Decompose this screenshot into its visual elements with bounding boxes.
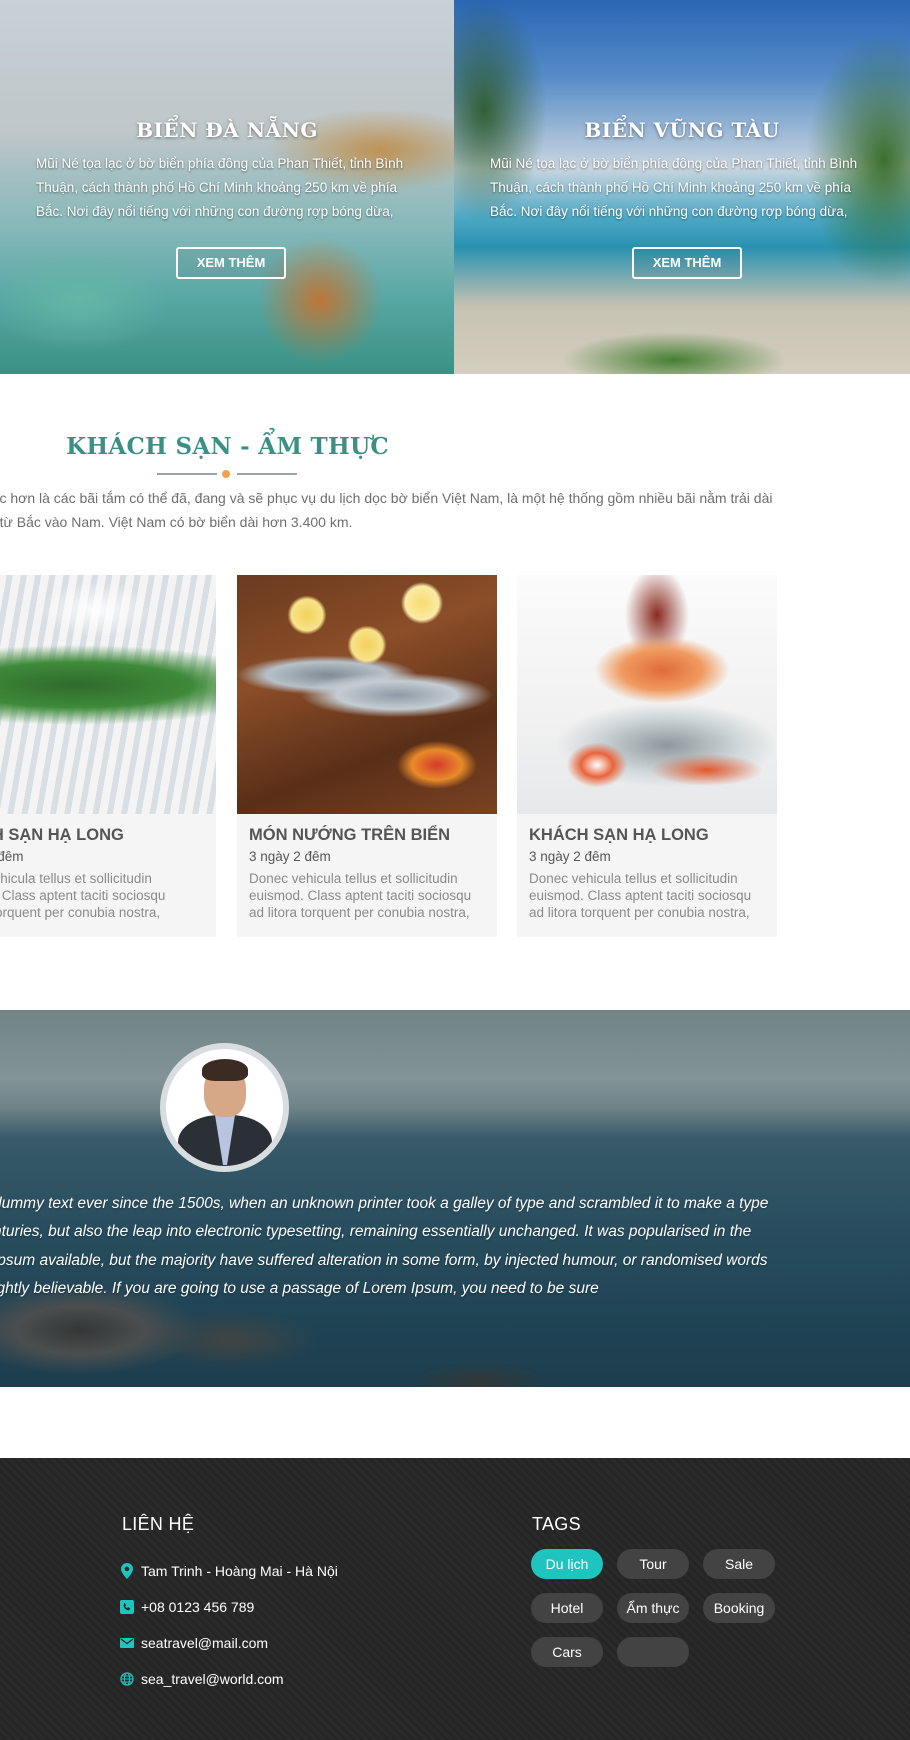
banner-title: BIỂN ĐÀ NẴNG <box>136 118 318 142</box>
contact-address: Tam Trinh - Hoàng Mai - Hà Nội <box>120 1561 338 1581</box>
location-pin-icon <box>120 1563 134 1579</box>
banner-description: Mũi Né tọa lạc ở bờ biển phía đông của P… <box>490 156 858 219</box>
mail-icon <box>120 1635 134 1651</box>
avatar <box>160 1043 289 1172</box>
tag-am-thuc[interactable]: Ẩm thực <box>617 1593 689 1623</box>
xem-them-button[interactable]: XEM THÊM <box>632 247 742 279</box>
tag-cars[interactable]: Cars <box>531 1637 603 1667</box>
card-description: ec vehicula tellus et sollicitudin mod. … <box>0 871 166 920</box>
section-description: c hơn là các bãi tắm có thể đã, đang và … <box>0 490 773 530</box>
card-title[interactable]: MÓN NƯỚNG TRÊN BIỂN <box>249 824 485 846</box>
card-image-pool <box>0 575 216 814</box>
banner-description: Mũi Né tọa lạc ở bờ biển phía đông của P… <box>36 156 404 219</box>
tag-sale[interactable]: Sale <box>703 1549 775 1579</box>
card-description: Donec vehicula tellus et sollicitudin eu… <box>249 871 472 920</box>
title-divider <box>157 469 297 479</box>
card-image-seafood <box>517 575 777 814</box>
footer: LIÊN HỆ Tam Trinh - Hoàng Mai - Hà Nội +… <box>0 1458 910 1740</box>
tag-du-lich[interactable]: Du lịch <box>531 1549 603 1579</box>
card-duration: 3 ngày 2 đêm <box>249 849 331 864</box>
card-khach-san-ha-long[interactable]: ÁCH SẠN HẠ LONG ày 2 đêm ec vehicula tel… <box>0 575 216 937</box>
card-khach-san-ha-long-2[interactable]: KHÁCH SẠN HẠ LONG 3 ngày 2 đêm Donec veh… <box>517 575 777 937</box>
card-image-grilled-fish <box>237 575 497 814</box>
card-duration: 3 ngày 2 đêm <box>529 849 611 864</box>
phone-icon <box>120 1599 134 1615</box>
contact-email[interactable]: seatravel@mail.com <box>120 1633 268 1653</box>
contact-website[interactable]: sea_travel@world.com <box>120 1669 284 1689</box>
xem-them-button[interactable]: XEM THÊM <box>176 247 286 279</box>
card-title[interactable]: KHÁCH SẠN HẠ LONG <box>529 824 765 846</box>
hero-banners: BIỂN ĐÀ NẴNG Mũi Né tọa lạc ở bờ biển ph… <box>0 0 910 374</box>
tags-heading: TAGS <box>532 1514 581 1534</box>
card-description: Donec vehicula tellus et sollicitudin eu… <box>529 871 752 920</box>
tag-hotel[interactable]: Hotel <box>531 1593 603 1623</box>
globe-icon <box>120 1671 134 1687</box>
banner-da-nang: BIỂN ĐÀ NẴNG Mũi Né tọa lạc ở bờ biển ph… <box>0 0 454 374</box>
card-mon-nuong-tren-bien[interactable]: MÓN NƯỚNG TRÊN BIỂN 3 ngày 2 đêm Donec v… <box>237 575 497 937</box>
divider-dot <box>222 470 230 478</box>
tag-tour[interactable]: Tour <box>617 1549 689 1579</box>
tag-empty[interactable] <box>617 1637 689 1667</box>
banner-vung-tau: BIỂN VŨNG TÀU Mũi Né tọa lạc ở bờ biển p… <box>454 0 910 374</box>
tag-booking[interactable]: Booking <box>703 1593 775 1623</box>
banner-title: BIỂN VŨNG TÀU <box>584 118 780 142</box>
card-title[interactable]: ÁCH SẠN HẠ LONG <box>0 824 204 846</box>
testimonial-quote: dummy text ever since the 1500s, when an… <box>0 1195 769 1297</box>
contact-heading: LIÊN HỆ <box>122 1514 195 1534</box>
section-title: KHÁCH SẠN - ẨM THỰC <box>66 433 389 460</box>
contact-phone[interactable]: +08 0123 456 789 <box>120 1597 254 1617</box>
card-duration: ày 2 đêm <box>0 849 24 864</box>
